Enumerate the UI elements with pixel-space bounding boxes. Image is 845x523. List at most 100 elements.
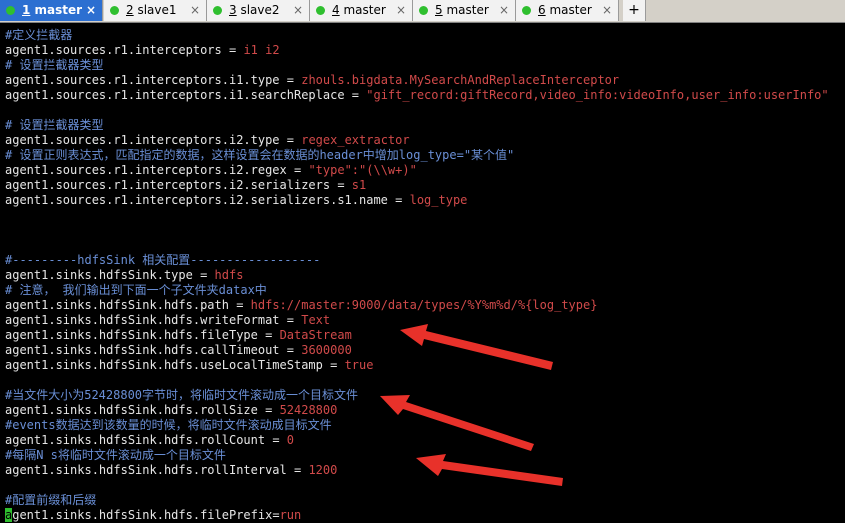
config-value: "type":"(\\w+)" — [308, 163, 417, 177]
config-value: run — [279, 508, 302, 522]
close-tab-icon[interactable]: × — [499, 0, 509, 21]
config-key: agent1.sinks.hdfsSink.hdfs.rollSize — [5, 403, 258, 417]
close-tab-icon[interactable]: × — [190, 0, 200, 21]
terminal-line: #配置前缀和后缀 — [5, 493, 841, 508]
tab-number: 4 — [332, 3, 340, 17]
terminal-line: agent1.sinks.hdfsSink.hdfs.callTimeout =… — [5, 343, 352, 357]
config-key: agent1.sinks.hdfsSink.hdfs.fileType — [5, 328, 258, 342]
terminal-line: # 设置拦截器类型 — [5, 118, 841, 133]
config-value: hdfs://master:9000/data/types/%Y%m%d/%{l… — [250, 298, 598, 312]
tab-6-master[interactable]: 6 master × — [516, 0, 619, 21]
config-value: 0 — [286, 433, 295, 447]
terminal-line: #---------hdfsSink 相关配置-----------------… — [5, 253, 841, 268]
config-comment: # 注意， 我们输出到下面一个子文件夹datax中 — [5, 283, 267, 297]
config-key: agent1.sources.r1.interceptors.i1.type — [5, 73, 280, 87]
config-key: gent1.sinks.hdfsSink.hdfs.filePrefix — [12, 508, 273, 522]
config-value: s1 — [351, 178, 367, 192]
config-value: hdfs — [214, 268, 244, 282]
close-tab-icon[interactable]: × — [602, 0, 612, 21]
terminal-line: #当文件大小为52428800字节时，将临时文件滚动成一个目标文件 — [5, 388, 841, 403]
terminal-line: agent1.sources.r1.interceptors.i1.search… — [5, 88, 829, 102]
config-key: agent1.sources.r1.interceptors.i2.type — [5, 133, 280, 147]
tab-label: 2 slave1 — [126, 0, 177, 21]
tab-2-slave1[interactable]: 2 slave1 × — [104, 0, 207, 21]
config-value: "gift_record:giftRecord,video_info:video… — [366, 88, 829, 102]
terminal-line: # 设置拦截器类型 — [5, 58, 841, 73]
config-comment: # 设置拦截器类型 — [5, 118, 104, 132]
config-key: agent1.sources.r1.interceptors — [5, 43, 222, 57]
config-key: agent1.sinks.hdfsSink.hdfs.writeFormat — [5, 313, 280, 327]
config-value: DataStream — [279, 328, 352, 342]
status-dot-icon — [419, 6, 428, 15]
tab-number: 6 — [538, 3, 546, 17]
config-value: regex_extractor — [301, 133, 410, 147]
config-value: 1200 — [308, 463, 338, 477]
tab-bar: 6 master × 5 master × 4 master × 3 slave2 × 2 sl… — [0, 0, 845, 23]
status-dot-icon — [522, 6, 531, 15]
tab-name: master — [343, 3, 386, 17]
config-comment: #定义拦截器 — [5, 28, 73, 42]
tab-label: 5 master — [435, 0, 489, 21]
terminal-line: agent1.sinks.hdfsSink.hdfs.path = hdfs:/… — [5, 298, 598, 312]
config-separator: = — [272, 508, 280, 522]
config-value: zhouls.bigdata.MySearchAndReplaceInterce… — [301, 73, 620, 87]
status-dot-icon — [6, 6, 15, 15]
status-dot-icon — [316, 6, 325, 15]
config-key: agent1.sinks.hdfsSink.type — [5, 268, 193, 282]
tab-number: 5 — [435, 3, 443, 17]
status-dot-icon — [213, 6, 222, 15]
terminal-line: #events数据达到该数量的时候，将临时文件滚动成目标文件 — [5, 418, 841, 433]
terminal-line: # 设置正则表达式，匹配指定的数据，这样设置会在数据的header中增加log_… — [5, 148, 841, 163]
config-value: 52428800 — [279, 403, 338, 417]
config-key: agent1.sinks.hdfsSink.hdfs.path — [5, 298, 229, 312]
config-value: log_type — [409, 193, 468, 207]
config-key: agent1.sources.r1.interceptors.i2.regex — [5, 163, 287, 177]
tab-1-master[interactable]: 1 master × — [0, 0, 103, 21]
tab-label: 3 slave2 — [229, 0, 280, 21]
tab-name: slave2 — [240, 3, 280, 17]
tab-5-master[interactable]: 5 master × — [413, 0, 516, 21]
tab-name: master — [446, 3, 489, 17]
terminal-line: agent1.sinks.hdfsSink.hdfs.rollSize = 52… — [5, 403, 338, 417]
terminal-line: agent1.sinks.hdfsSink.hdfs.writeFormat =… — [5, 313, 331, 327]
close-tab-icon[interactable]: × — [86, 0, 96, 21]
terminal-line: #定义拦截器 — [5, 28, 841, 43]
new-tab-button[interactable]: + — [623, 0, 646, 21]
terminal-line: agent1.sources.r1.interceptors.i2.serial… — [5, 178, 367, 192]
close-tab-icon[interactable]: × — [396, 0, 406, 21]
terminal-line: # 注意， 我们输出到下面一个子文件夹datax中 — [5, 283, 841, 298]
tab-4-master[interactable]: 4 master × — [310, 0, 413, 21]
config-comment: # 设置正则表达式，匹配指定的数据，这样设置会在数据的header中增加log_… — [5, 148, 515, 162]
config-value: i1 i2 — [243, 43, 280, 57]
tab-name: master — [34, 3, 83, 17]
tab-3-slave2[interactable]: 3 slave2 × — [207, 0, 310, 21]
terminal-line: agent1.sources.r1.interceptors.i1.type =… — [5, 73, 620, 87]
terminal-line: agent1.sources.r1.interceptors.i2.type =… — [5, 133, 410, 147]
terminal-output[interactable]: #定义拦截器 agent1.sources.r1.interceptors = i… — [5, 28, 841, 522]
terminal-line: agent1.sources.r1.interceptors.i2.regex … — [5, 163, 417, 177]
tab-label: 4 master — [332, 0, 386, 21]
config-comment: #每隔N s将临时文件滚动成一个目标文件 — [5, 448, 226, 462]
config-value: 3600000 — [301, 343, 352, 357]
config-key: agent1.sources.r1.interceptors.i2.serial… — [5, 193, 388, 207]
close-tab-icon[interactable]: × — [293, 0, 303, 21]
tab-label: 6 master — [538, 0, 592, 21]
config-comment: #配置前缀和后缀 — [5, 493, 97, 507]
config-key: agent1.sinks.hdfsSink.hdfs.callTimeout — [5, 343, 280, 357]
tab-label: 1 master — [22, 0, 82, 21]
terminal-line: agent1.sinks.hdfsSink.hdfs.fileType = Da… — [5, 328, 352, 342]
tab-number: 1 — [22, 3, 31, 17]
terminal-line: agent1.sinks.hdfsSink.hdfs.filePrefix=ru… — [5, 508, 841, 523]
terminal-line: agent1.sinks.hdfsSink.hdfs.useLocalTimeS… — [5, 358, 374, 372]
terminal-line: #每隔N s将临时文件滚动成一个目标文件 — [5, 448, 841, 463]
config-comment: # 设置拦截器类型 — [5, 58, 104, 72]
config-value: Text — [301, 313, 331, 327]
config-value: true — [344, 358, 374, 372]
config-key: agent1.sinks.hdfsSink.hdfs.rollCount — [5, 433, 266, 447]
tab-number: 3 — [229, 3, 237, 17]
